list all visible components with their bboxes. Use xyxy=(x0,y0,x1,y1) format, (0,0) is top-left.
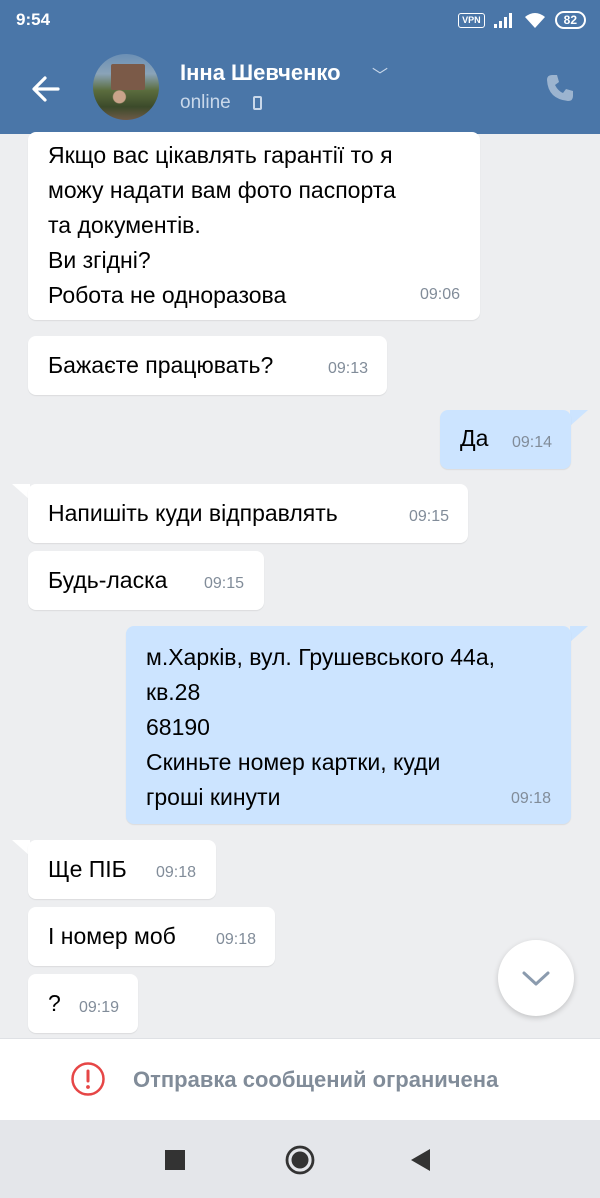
scroll-down-button[interactable] xyxy=(498,940,574,1016)
message-time: 09:14 xyxy=(511,434,552,451)
message-bubble-incoming[interactable]: Бажаєте працювать? 09:13 xyxy=(28,336,387,395)
message-bubble-incoming[interactable]: І номер моб 09:18 xyxy=(28,907,275,966)
message-text: Бажаєте працювать? xyxy=(48,352,274,378)
messaging-restricted-bar: Отправка сообщений ограничена xyxy=(0,1038,600,1121)
square-icon[interactable] xyxy=(165,1150,185,1170)
vpn-badge: VPN xyxy=(458,12,485,28)
message-bubble-incoming[interactable]: Будь-ласка 09:15 xyxy=(28,551,264,610)
message-time: 09:19 xyxy=(78,999,119,1016)
message-time: 09:13 xyxy=(327,360,368,377)
restriction-text: Отправка сообщений ограничена xyxy=(133,1067,499,1092)
chevron-down-icon xyxy=(522,971,550,986)
message-bubble-outgoing[interactable]: Да 09:14 xyxy=(440,410,571,469)
message-text: Якщо вас цікавлять гарантії то я можу на… xyxy=(48,142,396,308)
status-bar: 9:54 VPN 82 xyxy=(0,0,600,40)
bubble-tail xyxy=(570,626,588,642)
system-nav-bar xyxy=(0,1120,600,1198)
message-bubble-incoming[interactable]: ? 09:19 xyxy=(28,974,138,1033)
message-bubble-incoming[interactable]: Напишіть куди відправлять 09:15 xyxy=(28,484,468,543)
signal-icon xyxy=(493,13,512,28)
chat-header: Інна Шевченко ﹀ online xyxy=(0,40,600,134)
phone-icon[interactable] xyxy=(544,72,576,104)
message-text: м.Харків, вул. Грушевського 44а, кв.28 6… xyxy=(146,644,496,810)
message-time: 09:15 xyxy=(408,508,449,525)
circle-icon[interactable] xyxy=(285,1145,315,1175)
bubble-tail xyxy=(570,410,588,426)
message-text: Напишіть куди відправлять xyxy=(48,500,338,526)
message-time: 09:06 xyxy=(419,286,460,303)
message-time: 09:15 xyxy=(203,575,244,592)
wifi-icon xyxy=(524,13,545,28)
avatar[interactable] xyxy=(93,54,159,120)
message-time: 09:18 xyxy=(510,790,551,807)
exclamation-circle-icon xyxy=(71,1062,105,1096)
mobile-icon xyxy=(253,96,262,110)
chevron-down-icon[interactable]: ﹀ xyxy=(372,62,388,86)
message-bubble-outgoing[interactable]: м.Харків, вул. Грушевського 44а, кв.28 6… xyxy=(126,626,571,824)
contact-name[interactable]: Інна Шевченко xyxy=(180,60,341,86)
contact-status: online xyxy=(180,92,231,113)
battery-indicator: 82 xyxy=(554,11,586,29)
status-icons: VPN 82 xyxy=(458,10,586,30)
triangle-back-icon[interactable] xyxy=(411,1149,430,1171)
message-bubble-incoming[interactable]: Ще ПІБ 09:18 xyxy=(28,840,216,899)
message-bubble-incoming[interactable]: Якщо вас цікавлять гарантії то я можу на… xyxy=(28,132,480,320)
message-time: 09:18 xyxy=(215,931,256,948)
arrow-left-icon[interactable] xyxy=(26,69,66,109)
status-time: 9:54 xyxy=(16,10,51,29)
message-time: 09:18 xyxy=(155,864,196,881)
